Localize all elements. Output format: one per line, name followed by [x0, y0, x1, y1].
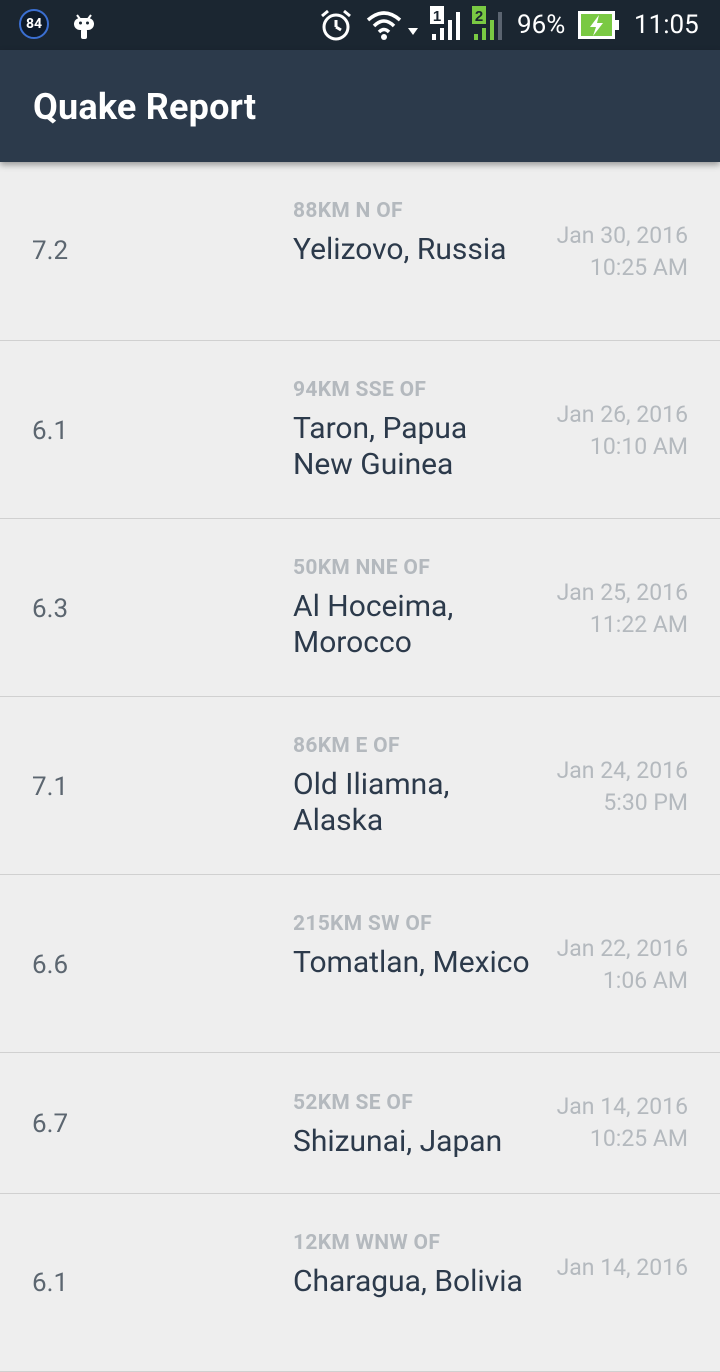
- date: Jan 26, 2016: [556, 401, 688, 428]
- android-icon: [74, 14, 94, 39]
- list-item[interactable]: 6.7 52KM SE OF Shizunai, Japan Jan 14, 2…: [0, 1053, 720, 1194]
- magnitude: 6.7: [32, 1109, 69, 1139]
- primary-location: Al Hoceima, Morocco: [293, 589, 454, 660]
- list-item[interactable]: 7.2 88KM N OF Yelizovo, Russia Jan 30, 2…: [0, 162, 720, 341]
- date: Jan 22, 2016: [556, 935, 688, 962]
- magnitude: 6.1: [32, 1268, 69, 1298]
- magnitude: 7.1: [32, 772, 69, 802]
- primary-location: Shizunai, Japan: [293, 1124, 503, 1159]
- list-item[interactable]: 6.1 12KM WNW OF Charagua, Bolivia Jan 14…: [0, 1194, 720, 1372]
- primary-location: Charagua, Bolivia: [293, 1264, 523, 1299]
- signal-sim1-icon: 1: [430, 6, 460, 40]
- signal-sim2-icon: 2: [472, 6, 502, 40]
- location-offset: 88KM N OF: [293, 199, 403, 223]
- sim1-label: 1: [433, 8, 441, 25]
- earthquake-list[interactable]: 7.2 88KM N OF Yelizovo, Russia Jan 30, 2…: [0, 162, 720, 1372]
- time: 10:10 AM: [589, 433, 688, 460]
- alarm-icon: [321, 9, 351, 41]
- page-title: Quake Report: [33, 86, 257, 128]
- date: Jan 30, 2016: [556, 222, 688, 249]
- date: Jan 25, 2016: [556, 579, 688, 606]
- date: Jan 24, 2016: [556, 757, 688, 784]
- location-offset: 52KM SE OF: [293, 1091, 414, 1115]
- location-offset: 12KM WNW OF: [293, 1231, 441, 1255]
- location-offset: 215KM SW OF: [293, 912, 432, 936]
- app-bar: Quake Report: [0, 50, 720, 162]
- list-item[interactable]: 6.3 50KM NNE OF Al Hoceima, Morocco Jan …: [0, 519, 720, 697]
- time: 10:25 AM: [589, 254, 688, 281]
- wifi-icon: [366, 11, 418, 40]
- location-offset: 94KM SSE OF: [293, 378, 427, 402]
- primary-location: Tomatlan, Mexico: [293, 945, 530, 980]
- magnitude: 6.6: [32, 950, 69, 980]
- list-item[interactable]: 6.6 215KM SW OF Tomatlan, Mexico Jan 22,…: [0, 875, 720, 1053]
- magnitude: 7.2: [32, 236, 69, 266]
- primary-location: Taron, Papua New Guinea: [293, 411, 468, 482]
- primary-location: Yelizovo, Russia: [293, 232, 507, 267]
- battery-percent: 96%: [517, 10, 566, 40]
- date: Jan 14, 2016: [556, 1093, 688, 1120]
- status-bar: 84 1 2 96% 11:05: [0, 0, 720, 50]
- time: 10:25 AM: [589, 1125, 688, 1152]
- list-item[interactable]: 7.1 86KM E OF Old Iliamna, Alaska Jan 24…: [0, 697, 720, 875]
- magnitude: 6.3: [32, 594, 69, 624]
- location-offset: 50KM NNE OF: [293, 556, 431, 580]
- time: 1:06 AM: [602, 967, 688, 994]
- magnitude: 6.1: [32, 416, 69, 446]
- sim2-label: 2: [475, 8, 483, 25]
- time: 5:30 PM: [603, 789, 688, 816]
- notification-badge-icon: 84: [19, 9, 49, 39]
- date: Jan 14, 2016: [556, 1254, 688, 1281]
- battery-charging-icon: [578, 11, 619, 39]
- clock: 11:05: [634, 10, 699, 40]
- time: 11:22 AM: [589, 611, 688, 638]
- primary-location: Old Iliamna, Alaska: [293, 767, 450, 838]
- list-item[interactable]: 6.1 94KM SSE OF Taron, Papua New Guinea …: [0, 341, 720, 519]
- location-offset: 86KM E OF: [293, 734, 400, 758]
